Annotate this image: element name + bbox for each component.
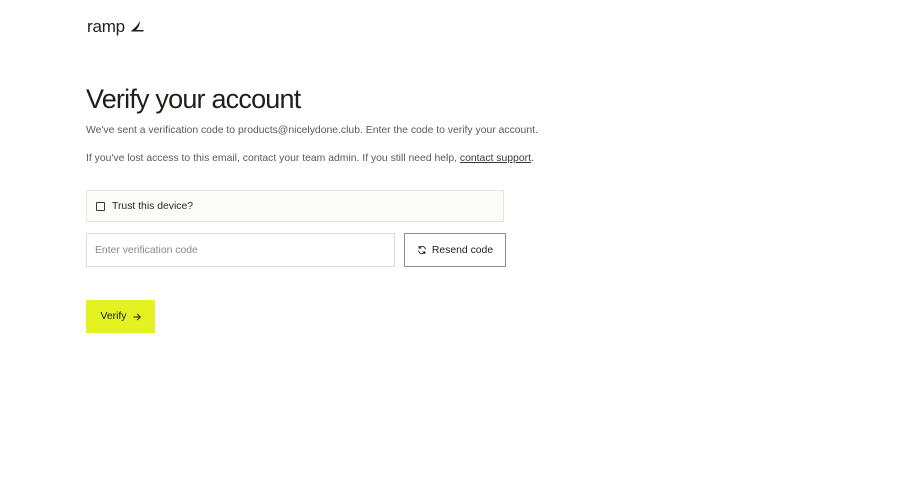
verification-sent-text: We've sent a verification code to produc…: [86, 125, 538, 136]
contact-support-link[interactable]: contact support: [460, 153, 531, 164]
verify-label: Verify: [100, 311, 127, 322]
trust-device-checkbox[interactable]: [96, 201, 105, 211]
refresh-icon: [418, 245, 426, 255]
resend-code-label: Resend code: [431, 244, 494, 256]
page-title: Verify your account: [86, 84, 301, 114]
verify-page: ramp Verify your account We've sent a ve…: [0, 0, 900, 484]
verify-button[interactable]: Verify: [86, 300, 155, 333]
ramp-wing-icon: [130, 21, 144, 32]
verification-code-input[interactable]: [86, 233, 395, 267]
lost-access-prefix: If you've lost access to this email, con…: [86, 153, 460, 164]
ramp-logo[interactable]: ramp: [87, 17, 145, 37]
lost-access-suffix: .: [530, 153, 534, 164]
arrow-right-icon: [132, 313, 141, 320]
trust-device-label: Trust this device?: [112, 200, 194, 212]
lost-access-text: If you've lost access to this email, con…: [86, 153, 534, 164]
resend-code-button[interactable]: Resend code: [404, 233, 506, 267]
logo-wordmark: ramp: [87, 17, 125, 36]
trust-device-option[interactable]: Trust this device?: [86, 190, 504, 222]
